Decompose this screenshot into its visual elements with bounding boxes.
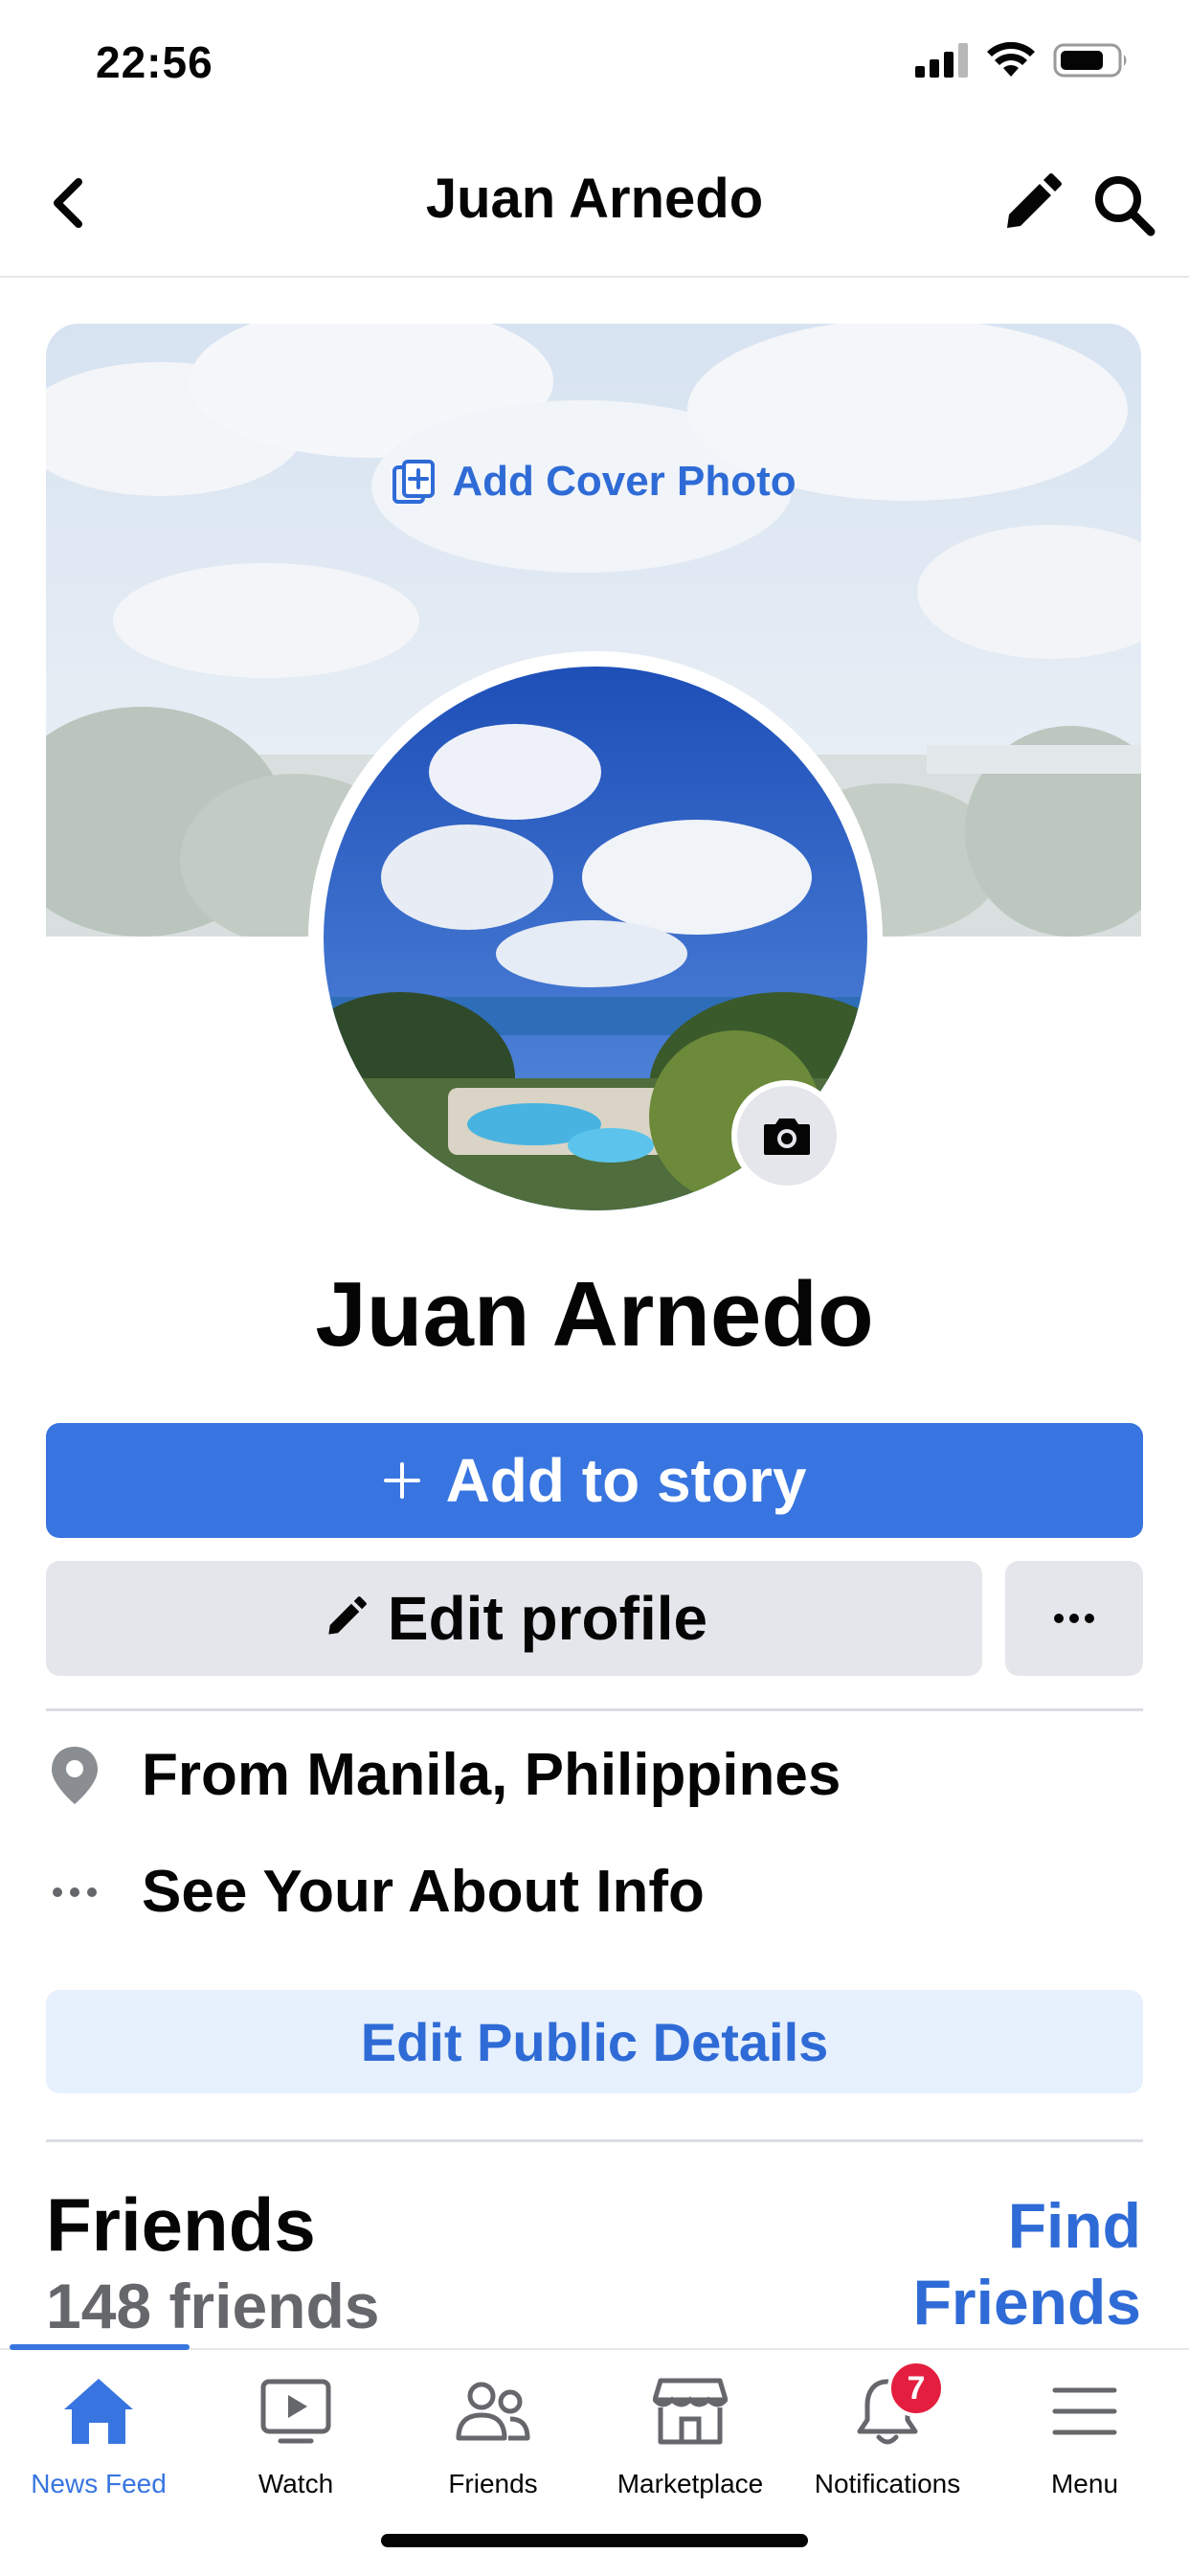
- about-info-text: See Your About Info: [142, 1859, 705, 1925]
- people-icon: [453, 2371, 533, 2452]
- add-cover-photo-label: Add Cover Photo: [452, 458, 796, 505]
- divider: [46, 1708, 1143, 1711]
- pencil-icon: [1007, 173, 1062, 228]
- bell-icon: 7: [847, 2360, 945, 2452]
- hometown-text: From Manila, Philippines: [142, 1742, 841, 1808]
- find-friends-link[interactable]: Find Friends: [835, 2187, 1141, 2340]
- signal-icon: [915, 43, 968, 78]
- more-icon: [1054, 1614, 1094, 1623]
- divider: [46, 2139, 1143, 2142]
- add-cover-photo-button[interactable]: Add Cover Photo: [46, 458, 1141, 506]
- search-button[interactable]: [1089, 170, 1158, 239]
- navigation-bar: Juan Arnedo: [0, 134, 1189, 278]
- friends-section-title: Friends: [46, 2182, 316, 2267]
- tab-marketplace[interactable]: Marketplace: [592, 2371, 789, 2499]
- hometown-row[interactable]: From Manila, Philippines: [46, 1741, 841, 1809]
- edit-profile-label: Edit profile: [387, 1584, 708, 1653]
- tab-notifications[interactable]: 7 Notifications: [789, 2360, 986, 2499]
- profile-name: Juan Arnedo: [315, 1263, 874, 1366]
- home-icon: [58, 2371, 139, 2452]
- home-indicator: [381, 2534, 808, 2547]
- ellipsis-icon: [46, 1887, 103, 1898]
- about-info-row[interactable]: See Your About Info: [46, 1858, 705, 1926]
- shop-icon: [650, 2371, 730, 2452]
- video-icon: [256, 2371, 336, 2452]
- friends-count[interactable]: 148 friends: [46, 2270, 380, 2342]
- search-icon: [1095, 176, 1155, 237]
- menu-icon: [1044, 2371, 1125, 2452]
- change-profile-picture-button[interactable]: [731, 1080, 842, 1191]
- tab-news-feed[interactable]: News Feed: [0, 2371, 197, 2499]
- edit-profile-button[interactable]: Edit profile: [46, 1561, 982, 1676]
- wifi-icon: [987, 42, 1035, 77]
- status-icons: [915, 42, 1130, 79]
- tab-menu[interactable]: Menu: [986, 2371, 1183, 2499]
- notification-badge: 7: [887, 2360, 945, 2417]
- tab-label: News Feed: [31, 2469, 167, 2498]
- active-tab-indicator: [10, 2344, 190, 2350]
- tab-label: Notifications: [814, 2469, 961, 2498]
- edit-public-details-button[interactable]: Edit Public Details: [46, 1990, 1143, 2093]
- plus-icon: [383, 1462, 420, 1499]
- add-to-story-button[interactable]: Add to story: [46, 1423, 1143, 1538]
- battery-icon: [1053, 43, 1127, 78]
- edit-button[interactable]: [996, 170, 1065, 239]
- add-to-story-label: Add to story: [445, 1446, 807, 1515]
- add-photo-icon: [393, 460, 436, 504]
- tab-friends[interactable]: Friends: [394, 2371, 592, 2499]
- pencil-icon: [328, 1596, 367, 1635]
- camera-icon: [764, 1119, 810, 1155]
- tab-label: Friends: [448, 2469, 538, 2498]
- tab-label: Watch: [258, 2469, 334, 2498]
- tab-watch[interactable]: Watch: [197, 2371, 394, 2499]
- status-time: 22:56: [96, 37, 213, 87]
- tab-label: Marketplace: [617, 2469, 764, 2498]
- location-pin-icon: [46, 1745, 103, 1806]
- more-options-button[interactable]: [1005, 1561, 1143, 1676]
- tab-label: Menu: [1050, 2469, 1119, 2498]
